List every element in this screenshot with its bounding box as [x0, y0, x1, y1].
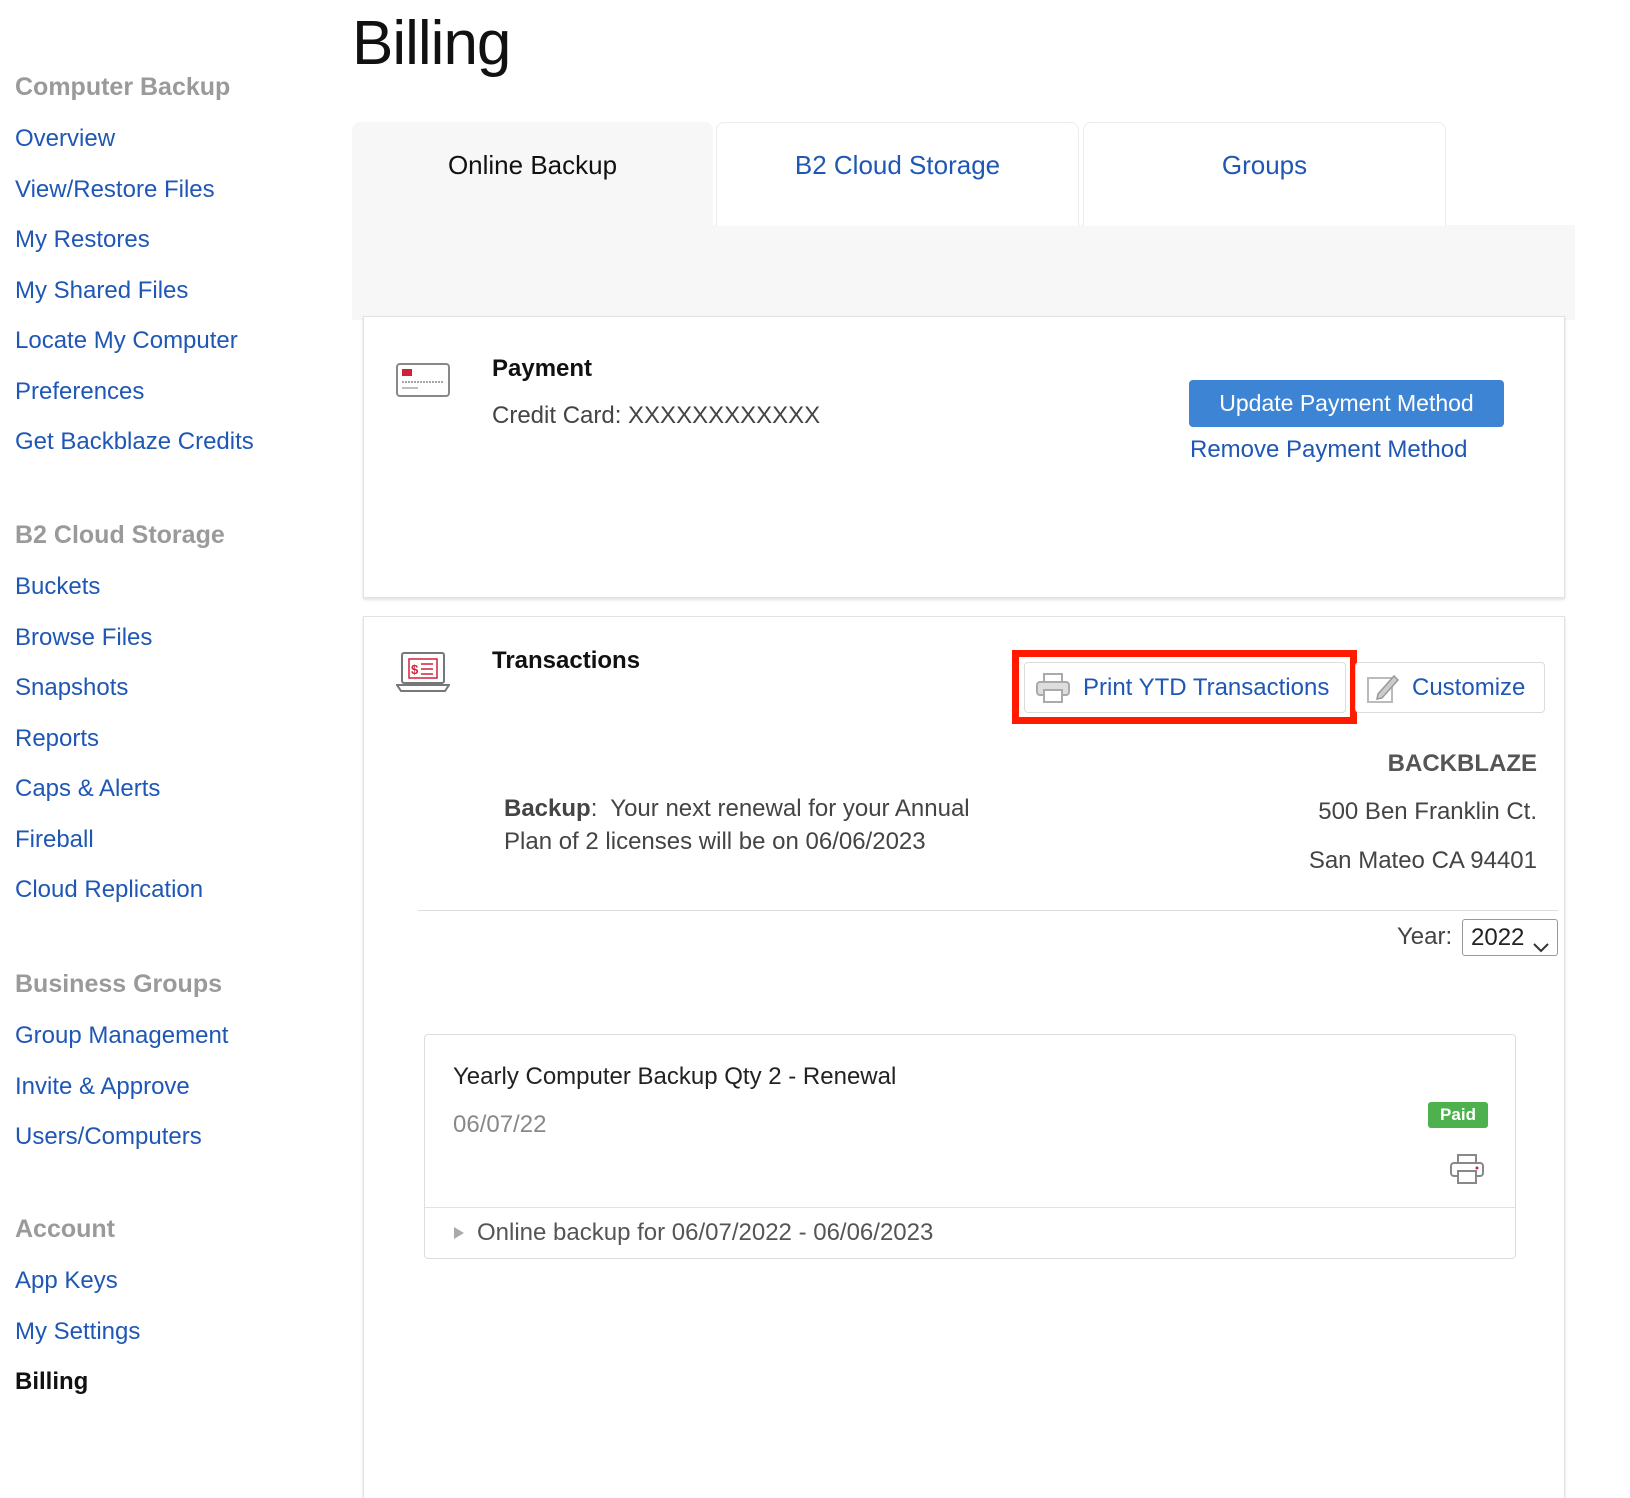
sidebar-item-fireball[interactable]: Fireball	[15, 825, 225, 876]
tab-b2-cloud-storage[interactable]: B2 Cloud Storage	[716, 122, 1079, 226]
sidebar-section-account: Account App Keys My Settings Billing	[15, 1214, 140, 1418]
sidebar-item-locate-my-computer[interactable]: Locate My Computer	[15, 326, 254, 377]
sidebar-item-app-keys[interactable]: App Keys	[15, 1266, 140, 1317]
status-badge: Paid	[1428, 1102, 1488, 1128]
sidebar-item-users-computers[interactable]: Users/Computers	[15, 1122, 228, 1173]
edit-pencil-icon	[1366, 672, 1400, 704]
customize-button[interactable]: Customize	[1355, 662, 1545, 713]
page-title: Billing	[352, 9, 511, 78]
sidebar-item-caps-alerts[interactable]: Caps & Alerts	[15, 774, 225, 825]
sidebar-section-business-groups: Business Groups Group Management Invite …	[15, 969, 228, 1173]
sidebar-item-my-shared-files[interactable]: My Shared Files	[15, 276, 254, 327]
sidebar-item-browse-files[interactable]: Browse Files	[15, 623, 225, 674]
transaction-divider	[425, 1207, 1515, 1208]
credit-card-icon	[396, 363, 450, 402]
sidebar-heading: Computer Backup	[15, 73, 231, 101]
print-ytd-transactions-button[interactable]: Print YTD Transactions	[1024, 662, 1346, 713]
svg-text:$: $	[411, 662, 419, 677]
renewal-text-1: Your next renewal for your Annual	[610, 795, 970, 822]
sidebar-section-b2-cloud-storage: B2 Cloud Storage Buckets Browse Files Sn…	[15, 520, 225, 926]
renewal-label: Backup	[504, 795, 591, 822]
renewal-notice: Backup: Your next renewal for your Annua…	[504, 792, 970, 858]
sidebar-heading: Business Groups	[15, 970, 222, 998]
company-city: San Mateo CA 94401	[1308, 847, 1537, 874]
renewal-line-2: Plan of 2 licenses will be on 06/06/2023	[504, 828, 926, 855]
year-value: 2022	[1471, 924, 1525, 951]
remove-payment-method-link[interactable]: Remove Payment Method	[1190, 436, 1467, 464]
customize-label: Customize	[1412, 673, 1526, 701]
company-name: BACKBLAZE	[1387, 750, 1537, 777]
transactions-title: Transactions	[492, 647, 641, 674]
sidebar: Computer Backup Overview View/Restore Fi…	[0, 0, 340, 1498]
payment-card: Payment Credit Card: XXXXXXXXXXXX Update…	[363, 316, 1565, 598]
divider	[418, 910, 1558, 911]
sidebar-item-my-restores[interactable]: My Restores	[15, 225, 254, 276]
chevron-down-icon	[1533, 929, 1549, 964]
sidebar-item-billing[interactable]: Billing	[15, 1367, 140, 1418]
caret-right-icon	[453, 1225, 465, 1241]
sidebar-section-computer-backup: Computer Backup Overview View/Restore Fi…	[15, 72, 254, 478]
transaction-item: Yearly Computer Backup Qty 2 - Renewal 0…	[424, 1034, 1516, 1259]
update-payment-method-button[interactable]: Update Payment Method	[1189, 380, 1504, 427]
sidebar-item-get-backblaze-credits[interactable]: Get Backblaze Credits	[15, 427, 254, 478]
sidebar-item-overview[interactable]: Overview	[15, 124, 254, 175]
print-ytd-label: Print YTD Transactions	[1083, 673, 1330, 701]
sidebar-item-buckets[interactable]: Buckets	[15, 572, 225, 623]
tab-online-backup[interactable]: Online Backup	[352, 122, 713, 226]
year-label: Year:	[1397, 923, 1453, 950]
sidebar-item-view-restore-files[interactable]: View/Restore Files	[15, 175, 254, 226]
transaction-title: Yearly Computer Backup Qty 2 - Renewal	[453, 1063, 897, 1090]
credit-card-label: Credit Card: XXXXXXXXXXXX	[492, 402, 821, 429]
renewal-line-1: Backup: Your next renewal for your Annua…	[504, 795, 970, 822]
sidebar-item-preferences[interactable]: Preferences	[15, 377, 254, 428]
transaction-detail: Online backup for 06/07/2022 - 06/06/202…	[477, 1219, 934, 1246]
sidebar-item-invite-approve[interactable]: Invite & Approve	[15, 1072, 228, 1123]
print-receipt-icon[interactable]	[1449, 1153, 1485, 1190]
payment-title: Payment	[492, 355, 593, 382]
printer-icon	[1035, 672, 1071, 704]
transaction-detail-toggle[interactable]: Online backup for 06/07/2022 - 06/06/202…	[453, 1219, 933, 1247]
invoice-laptop-icon: $	[395, 651, 451, 698]
sidebar-item-cloud-replication[interactable]: Cloud Replication	[15, 875, 225, 926]
sidebar-item-snapshots[interactable]: Snapshots	[15, 673, 225, 724]
sidebar-heading: Account	[15, 1215, 115, 1243]
company-street: 500 Ben Franklin Ct.	[1318, 798, 1537, 825]
sidebar-item-my-settings[interactable]: My Settings	[15, 1317, 140, 1368]
tab-content-background	[352, 225, 1575, 320]
sidebar-heading: B2 Cloud Storage	[15, 521, 225, 549]
transaction-date: 06/07/22	[453, 1111, 547, 1138]
tab-groups[interactable]: Groups	[1083, 122, 1446, 226]
sidebar-item-reports[interactable]: Reports	[15, 724, 225, 775]
year-select[interactable]: 2022	[1462, 919, 1558, 956]
sidebar-item-group-management[interactable]: Group Management	[15, 1021, 228, 1072]
